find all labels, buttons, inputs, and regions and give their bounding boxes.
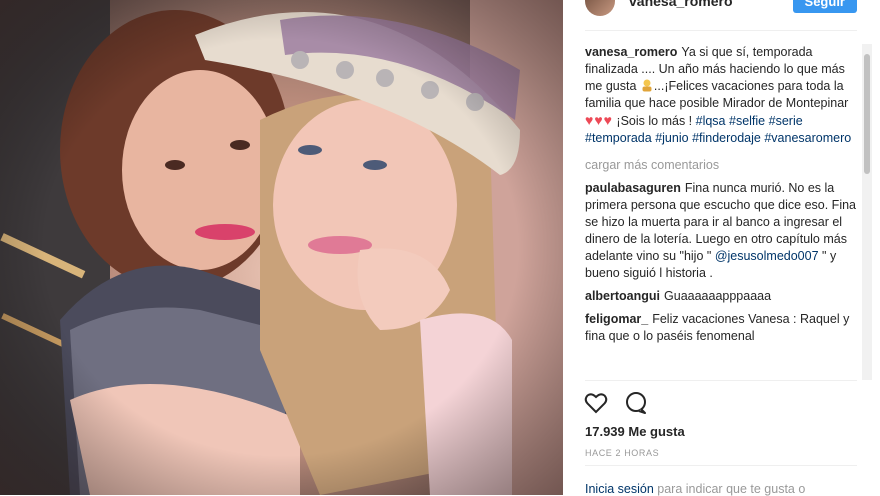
post-timestamp[interactable]: HACE 2 HORAS — [585, 448, 659, 458]
comments-list[interactable]: vanesa_romero Ya si que sí, temporada fin… — [585, 44, 857, 380]
comment: albertoangui Guaaaaaapppaaaa — [585, 288, 857, 305]
person-emoji-icon — [642, 79, 652, 92]
follow-button[interactable]: Seguir — [792, 0, 857, 13]
comment-username[interactable]: albertoangui — [585, 289, 660, 303]
hashtag-link[interactable]: #junio — [655, 131, 688, 145]
speech-bubble-icon[interactable] — [623, 390, 649, 416]
footer-divider — [585, 465, 857, 466]
scrollbar-thumb[interactable] — [864, 54, 870, 174]
comment-username[interactable]: paulabasaguren — [585, 181, 681, 195]
login-prompt: Inicia sesión para indicar que te gusta … — [585, 482, 805, 496]
hashtag-link[interactable]: #finderodaje — [692, 131, 761, 145]
caption: vanesa_romero Ya si que sí, temporada fin… — [585, 44, 857, 147]
comment-text: Guaaaaaapppaaaa — [664, 289, 772, 303]
header-divider — [585, 30, 857, 31]
avatar[interactable] — [585, 0, 615, 16]
comment: feligomar_ Feliz vacaciones Vanesa : Raqu… — [585, 311, 857, 345]
hashtag-link[interactable]: #lqsa — [696, 114, 726, 128]
hashtag-link[interactable]: #temporada — [585, 131, 652, 145]
login-text: para indicar que te gusta o — [657, 482, 806, 496]
comment-username[interactable]: feligomar_ — [585, 312, 648, 326]
caption-username[interactable]: vanesa_romero — [585, 45, 677, 59]
post-sidebar: vanesa_romero Seguir vanesa_romero Ya si … — [563, 0, 880, 496]
likes-count[interactable]: 17.939 Me gusta — [585, 424, 685, 439]
login-link[interactable]: Inicia sesión — [585, 482, 654, 496]
hashtag-link[interactable]: #selfie — [729, 114, 765, 128]
header-username[interactable]: vanesa_romero — [629, 0, 733, 9]
hashtag-link[interactable]: #serie — [769, 114, 803, 128]
hearts-emoji-icon: ♥♥♥ — [585, 112, 613, 128]
post-photo[interactable] — [0, 0, 563, 495]
hashtag-link[interactable]: #vanesaromero — [764, 131, 851, 145]
load-more-comments[interactable]: cargar más comentarios — [585, 157, 857, 174]
mention-link[interactable]: @jesusolmedo007 — [715, 249, 819, 263]
comments-divider — [585, 380, 857, 381]
caption-text-3: ¡Sois lo más ! — [616, 114, 693, 128]
post-actions — [583, 390, 649, 416]
comment: paulabasaguren Fina nunca murió. No es la… — [585, 180, 857, 282]
post-header: vanesa_romero Seguir — [585, 0, 857, 16]
heart-outline-icon[interactable] — [583, 390, 609, 416]
